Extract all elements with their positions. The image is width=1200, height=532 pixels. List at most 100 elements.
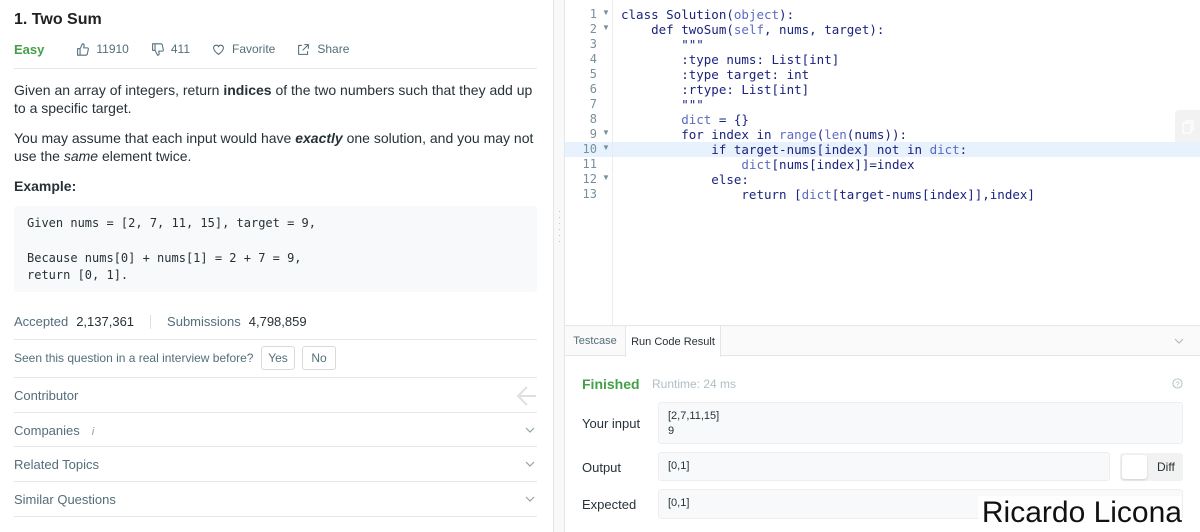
code-line: for index in range(len(nums)): (621, 127, 908, 142)
acceptance-stats: Accepted 2,137,361 Submissions 4,798,859 (14, 314, 307, 329)
output-label: Output (582, 460, 622, 475)
accepted-value: 2,137,361 (76, 314, 135, 329)
builtin-token: dict (741, 157, 772, 172)
heart-icon (213, 44, 224, 55)
svg-text:?: ? (1175, 379, 1179, 388)
example-heading: Example: (14, 178, 77, 194)
code-line: return [dict[target-nums[index]],index] (621, 187, 1035, 202)
example-line: Given nums = [2, 7, 11, 15], target = 9, (27, 216, 316, 230)
contributor-label: Contributor (14, 387, 79, 403)
copy-code-button[interactable] (1175, 110, 1200, 144)
interview-question-prompt: Seen this question in a real interview b… (14, 351, 254, 365)
builtin-token: len (824, 127, 847, 142)
code-editor[interactable]: 1 2 3 4 5 6 7 8 9 10 11 12 13 class Solution(object)… (565, 0, 1200, 325)
chevron-down-icon (525, 496, 535, 502)
thumbs-down-icon (151, 42, 164, 56)
code-line: if target-nums[index] not in dict: (621, 142, 968, 157)
toggle-knob (1122, 455, 1147, 479)
dislike-button[interactable]: 411 (151, 42, 190, 56)
code-line: dict = {} (681, 112, 749, 127)
code-line: :type target: int (621, 67, 810, 82)
builtin-token: object (733, 7, 780, 22)
chevron-down-icon (525, 461, 535, 467)
author-watermark: Ricardo Licona (977, 496, 1182, 530)
desc-text: element twice. (98, 148, 192, 164)
divider (14, 68, 537, 69)
runtime-text: Runtime: 24 ms (652, 377, 737, 391)
your-input-value: [2,7,11,15] 9 (658, 402, 1183, 444)
problem-description-pane: 1. Two Sum Easy 11910 411 Favorite Share… (0, 0, 553, 532)
drag-handle-icon: · · · · · · (558, 206, 561, 246)
submissions-value: 4,798,859 (248, 314, 307, 329)
contributor-row[interactable]: Contributor (14, 378, 537, 412)
code-line: """ (621, 37, 704, 52)
line-number-gutter: 1 2 3 4 5 6 7 8 9 10 11 12 13 (565, 0, 613, 325)
line-number: 12 (582, 172, 597, 186)
thumbs-up-icon (77, 42, 90, 56)
code-line: """ (621, 97, 704, 112)
builtin-token: dict (681, 112, 712, 127)
builtin-token: self (733, 22, 764, 37)
like-button[interactable]: 11910 (76, 42, 129, 56)
line-number: 8 (589, 112, 597, 126)
desc-bold-indices: indices (223, 82, 272, 98)
help-icon[interactable]: ? (1172, 378, 1183, 389)
line-number: 9 (589, 127, 597, 141)
desc-emphasis-same: same (63, 148, 99, 164)
favorite-button[interactable]: Favorite (212, 42, 275, 56)
info-icon: i (91, 425, 95, 438)
your-input-label: Your input (582, 416, 641, 431)
share-label: Share (317, 42, 350, 56)
yes-button[interactable]: Yes (261, 346, 295, 370)
line-number: 5 (589, 67, 597, 81)
line-number: 1 (589, 7, 597, 21)
divider (14, 516, 537, 517)
expected-label: Expected (582, 497, 637, 512)
code-line: def twoSum(self, nums, target): (621, 22, 885, 37)
code-line: dict[nums[index]]=index (741, 157, 915, 172)
related-topics-row[interactable]: Related Topics (14, 447, 537, 481)
code-line: :type nums: List[int] (621, 52, 840, 67)
companies-row[interactable]: Companies i (14, 413, 537, 447)
builtin-token: range (779, 127, 817, 142)
accepted-label: Accepted (14, 314, 69, 329)
code-line: :rtype: List[int] (621, 82, 810, 97)
line-number: 6 (589, 82, 597, 96)
share-icon (298, 43, 310, 55)
pane-resize-handle[interactable]: · · · · · · (553, 0, 565, 532)
back-arrow-icon[interactable] (515, 384, 539, 408)
output-value: [0,1] (658, 452, 1110, 481)
example-line: Because nums[0] + nums[1] = 2 + 7 = 9, (27, 251, 302, 265)
share-button[interactable]: Share (297, 42, 349, 56)
run-status: Finished (582, 376, 640, 392)
chevron-down-icon (525, 427, 535, 433)
problem-title: 1. Two Sum (14, 11, 102, 28)
builtin-token: dict (929, 142, 960, 157)
line-number: 7 (589, 97, 597, 111)
diff-toggle[interactable]: Diff (1120, 453, 1183, 481)
code-line: class Solution(object): (621, 7, 795, 22)
similar-questions-label: Similar Questions (14, 491, 116, 507)
no-button[interactable]: No (302, 346, 336, 370)
line-number: 2 (589, 22, 597, 36)
favorite-label: Favorite (232, 42, 276, 56)
chevron-down-icon[interactable] (1174, 336, 1184, 346)
description-paragraph-2: You may assume that each input would hav… (14, 129, 534, 165)
line-number: 4 (589, 52, 597, 66)
problem-meta-bar: Easy 11910 411 Favorite Share (14, 40, 371, 58)
line-number: 10 (582, 142, 597, 156)
desc-emphasis-exactly: exactly (295, 130, 343, 146)
line-number: 3 (589, 37, 597, 51)
divider (150, 314, 152, 329)
example-code-block: Given nums = [2, 7, 11, 15], target = 9,… (14, 206, 537, 292)
code-line: else: (621, 172, 749, 187)
divider (14, 339, 537, 340)
result-tabs: Testcase Run Code Result (565, 326, 1200, 357)
submissions-label: Submissions (167, 314, 241, 329)
tab-testcase[interactable]: Testcase (565, 326, 625, 356)
tab-run-code-result[interactable]: Run Code Result (625, 326, 721, 357)
line-number: 11 (582, 157, 597, 171)
similar-questions-row[interactable]: Similar Questions (14, 482, 537, 516)
companies-label: Companies (14, 422, 80, 438)
builtin-token: dict (801, 187, 832, 202)
